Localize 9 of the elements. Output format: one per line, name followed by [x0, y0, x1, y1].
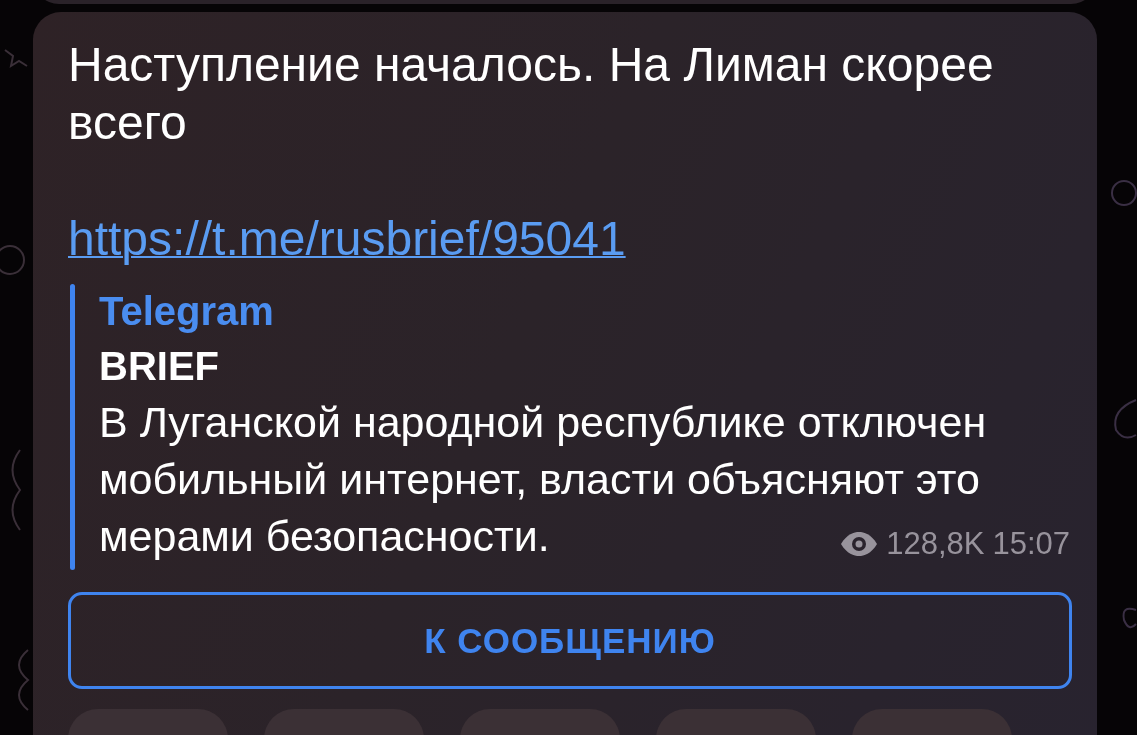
eye-icon [840, 531, 879, 557]
open-message-button[interactable]: К СООБЩЕНИЮ [68, 592, 1072, 689]
preview-description: В Луганской народной республике отключен мобильный интернет, власти объясняют это мерами безопасности. 128,8K 15:07 [99, 394, 1070, 570]
message-time: 15:07 [992, 525, 1070, 563]
preview-title: BRIEF [99, 343, 220, 390]
message-link[interactable]: https://t.me/rusbrief/95041 [68, 210, 626, 268]
message-text: Наступление началось. На Лиман скорее всего [68, 37, 995, 151]
preview-site-name: Telegram [99, 288, 275, 335]
view-count: 128,8K [886, 525, 985, 563]
